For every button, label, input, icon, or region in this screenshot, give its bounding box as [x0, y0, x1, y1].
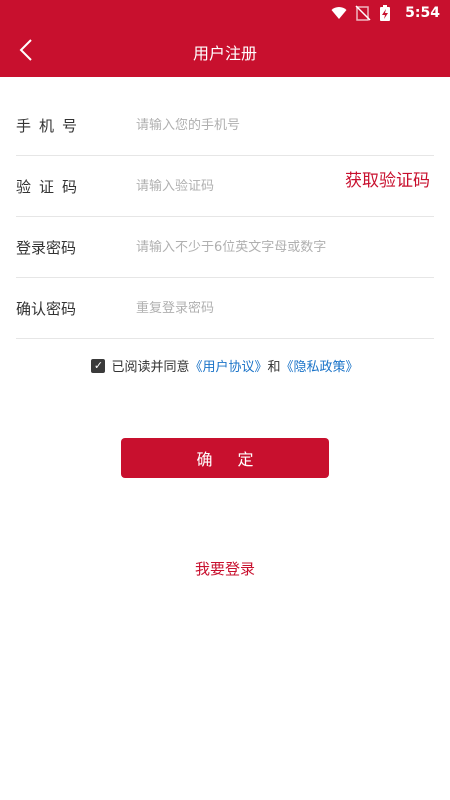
confirm-password-label: 确认密码 — [16, 299, 77, 318]
header: 5:54 用户注册 — [0, 0, 450, 77]
no-signal-icon — [355, 5, 371, 21]
password-row: 登录密码 — [16, 217, 434, 278]
confirm-password-row: 确认密码 — [16, 278, 434, 339]
login-link[interactable]: 我要登录 — [0, 558, 450, 579]
nav-bar: 用户注册 — [0, 26, 450, 77]
phone-input[interactable] — [136, 117, 434, 133]
code-label: 验证码 — [16, 177, 86, 196]
phone-row: 手机号 — [16, 95, 434, 156]
register-screen: 5:54 用户注册 手机号 验证码 获取验证码 登录密码 确认密码 — [0, 0, 450, 800]
status-bar: 5:54 — [0, 0, 450, 26]
page-title: 用户注册 — [192, 43, 257, 63]
chevron-left-icon — [19, 38, 33, 66]
register-form: 手机号 验证码 获取验证码 登录密码 确认密码 — [16, 95, 434, 339]
battery-charging-icon — [379, 5, 395, 21]
wifi-icon — [331, 5, 347, 21]
confirm-button-label: 确 定 — [196, 450, 264, 469]
confirm-password-input[interactable] — [136, 300, 434, 316]
back-button[interactable] — [12, 38, 40, 66]
get-code-button[interactable]: 获取验证码 — [345, 166, 430, 191]
password-input[interactable] — [136, 239, 434, 255]
agreement-conjunction: 和 — [267, 360, 281, 375]
confirm-button[interactable]: 确 定 — [121, 438, 329, 478]
phone-label: 手机号 — [16, 116, 86, 135]
agreement: ✓ 已阅读并同意 《用户协议》 和 《隐私政策》 — [0, 356, 450, 375]
status-time: 5:54 — [405, 5, 440, 21]
agreement-prefix: 已阅读并同意 — [111, 360, 190, 375]
user-agreement-link[interactable]: 《用户协议》 — [189, 356, 267, 375]
privacy-policy-link[interactable]: 《隐私政策》 — [281, 356, 359, 375]
password-label: 登录密码 — [16, 238, 77, 257]
code-row: 验证码 获取验证码 — [16, 156, 434, 217]
agree-checkbox[interactable]: ✓ — [91, 358, 106, 373]
